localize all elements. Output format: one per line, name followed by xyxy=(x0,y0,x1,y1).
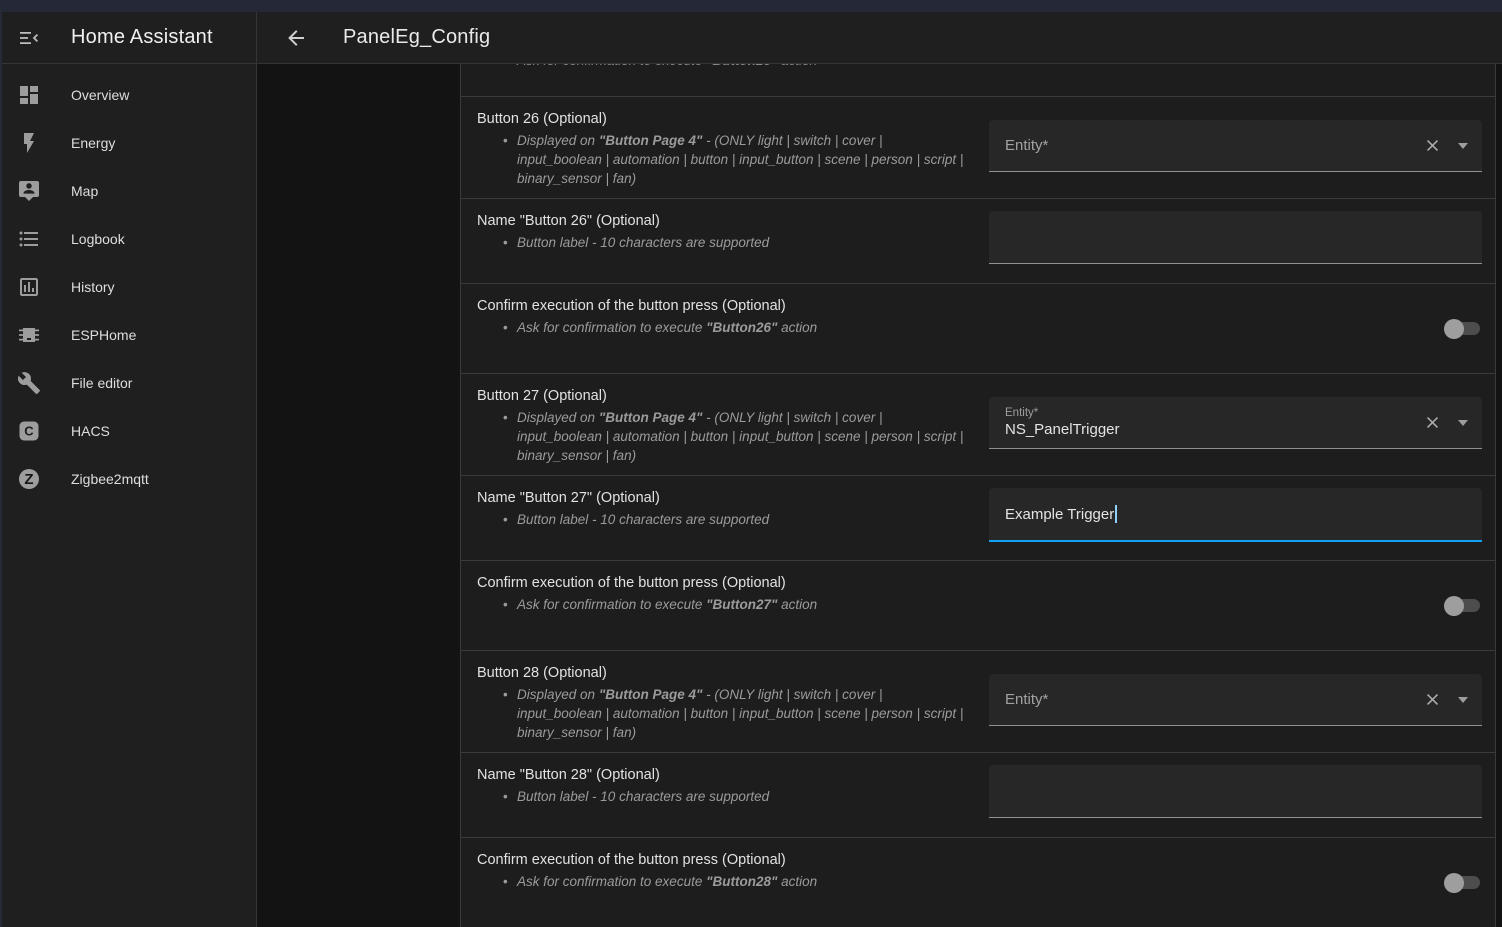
sidebar-header: Home Assistant xyxy=(0,12,256,64)
name-row-title: Name "Button 26" (Optional) xyxy=(477,211,969,231)
button-name-input[interactable]: Example Trigger xyxy=(989,488,1482,542)
dropdown-arrow-icon[interactable] xyxy=(1458,420,1468,426)
sidebar-item-hacs[interactable]: C HACS xyxy=(0,407,256,455)
entity-value: NS_PanelTrigger xyxy=(1005,421,1120,438)
sidebar-item-esphome[interactable]: ESPHome xyxy=(0,311,256,359)
button-name-row: Name "Button 28" (Optional) Button label… xyxy=(461,753,1495,838)
view-dashboard-icon xyxy=(17,83,41,107)
confirm-row: Confirm execution of the button press (O… xyxy=(461,284,1495,374)
back-arrow-icon[interactable] xyxy=(284,26,308,50)
sidebar-item-label: Overview xyxy=(71,87,129,103)
name-row-title: Name "Button 28" (Optional) xyxy=(477,765,969,785)
home-assistant-app: Home Assistant Overview Energy Map Logbo… xyxy=(0,12,1502,927)
button-entity-row: Button 26 (Optional) Displayed on "Butto… xyxy=(461,97,1495,199)
browser-top-strip xyxy=(0,0,1502,12)
zigbee-z-icon: Z xyxy=(17,467,41,491)
app-title: Home Assistant xyxy=(71,26,213,49)
confirm-row-title: Confirm execution of the button press (O… xyxy=(477,850,969,870)
confirm-row: Confirm execution of the button press (O… xyxy=(461,561,1495,651)
svg-text:C: C xyxy=(24,424,34,439)
confirm-row-description: Ask for confirmation to execute "Button2… xyxy=(501,595,969,614)
wrench-icon xyxy=(17,371,41,395)
sidebar-item-label: HACS xyxy=(71,423,110,439)
svg-text:Z: Z xyxy=(24,471,33,488)
button-row-title: Button 27 (Optional) xyxy=(477,386,969,406)
sidebar-item-label: History xyxy=(71,279,115,295)
entity-placeholder-label: Entity* xyxy=(1005,137,1048,154)
sidebar-item-label: Map xyxy=(71,183,98,199)
panel-header: PanelEg_Config xyxy=(257,12,1502,64)
confirm-toggle[interactable] xyxy=(1444,873,1480,893)
confirm-row-description: Ask for confirmation to execute "Button2… xyxy=(501,872,969,891)
button-entity-row: Button 27 (Optional) Displayed on "Butto… xyxy=(461,374,1495,476)
clear-entity-icon[interactable] xyxy=(1423,690,1442,709)
dropdown-arrow-icon[interactable] xyxy=(1458,143,1468,149)
text-cursor xyxy=(1115,505,1117,523)
button-row-description: Displayed on "Button Page 4" - (ONLY lig… xyxy=(501,408,969,465)
sidebar-item-zigbee2mqtt[interactable]: Z Zigbee2mqtt xyxy=(0,455,256,503)
panel-content: Ask for confirmation to execute "Button2… xyxy=(257,64,1502,927)
name-row-description: Button label - 10 characters are support… xyxy=(501,787,969,806)
button-row-title: Button 26 (Optional) xyxy=(477,109,969,129)
sidebar-item-label: ESPHome xyxy=(71,327,136,343)
button-name-input[interactable] xyxy=(989,211,1482,264)
entity-select[interactable]: Entity* Entity* NS_PanelTrigger xyxy=(989,397,1482,449)
sidebar-item-label: File editor xyxy=(71,375,132,391)
sidebar-item-overview[interactable]: Overview xyxy=(0,71,256,119)
clear-entity-icon[interactable] xyxy=(1423,136,1442,155)
entity-float-label: Entity* xyxy=(1005,407,1120,419)
sidebar-item-label: Energy xyxy=(71,135,115,151)
sidebar-item-file-editor[interactable]: File editor xyxy=(0,359,256,407)
entity-select[interactable]: Entity* Entity* xyxy=(989,674,1482,726)
sidebar-item-label: Zigbee2mqtt xyxy=(71,471,149,487)
button-name-row: Name "Button 27" (Optional) Button label… xyxy=(461,476,1495,561)
sidebar-item-energy[interactable]: Energy xyxy=(0,119,256,167)
window-edge xyxy=(0,0,2,927)
entity-select[interactable]: Entity* Entity* xyxy=(989,120,1482,172)
button-row-description: Displayed on "Button Page 4" - (ONLY lig… xyxy=(501,685,969,742)
confirm-toggle[interactable] xyxy=(1444,596,1480,616)
button-row-title: Button 28 (Optional) xyxy=(477,663,969,683)
button-entity-row: Button 28 (Optional) Displayed on "Butto… xyxy=(461,651,1495,753)
sidebar-item-logbook[interactable]: Logbook xyxy=(0,215,256,263)
button-name-value: Example Trigger xyxy=(1005,506,1114,523)
lightning-bolt-icon xyxy=(17,131,41,155)
name-row-description: Button label - 10 characters are support… xyxy=(501,233,969,252)
chip-icon xyxy=(17,323,41,347)
name-row-description: Button label - 10 characters are support… xyxy=(501,510,969,529)
entity-placeholder-label: Entity* xyxy=(1005,691,1048,708)
dropdown-arrow-icon[interactable] xyxy=(1458,697,1468,703)
button-name-row: Name "Button 26" (Optional) Button label… xyxy=(461,199,1495,284)
sidebar-item-map[interactable]: Map xyxy=(0,167,256,215)
button-name-input[interactable] xyxy=(989,765,1482,818)
sidebar-toggle-icon[interactable] xyxy=(17,26,41,50)
bulleted-list-icon xyxy=(17,227,41,251)
confirm-row-description: Ask for confirmation to execute "Button2… xyxy=(501,318,969,337)
confirm-row-title: Confirm execution of the button press (O… xyxy=(477,296,969,316)
clear-entity-icon[interactable] xyxy=(1423,413,1442,432)
hacs-c-icon: C xyxy=(17,419,41,443)
sidebar: Home Assistant Overview Energy Map Logbo… xyxy=(0,12,257,927)
config-form: Ask for confirmation to execute "Button2… xyxy=(460,64,1496,927)
sidebar-item-label: Logbook xyxy=(71,231,125,247)
main-panel: PanelEg_Config Ask for confirmation to e… xyxy=(257,12,1502,927)
name-row-title: Name "Button 27" (Optional) xyxy=(477,488,969,508)
confirm-row-title: Confirm execution of the button press (O… xyxy=(477,573,969,593)
confirm-row: Confirm execution of the button press (O… xyxy=(461,838,1495,927)
confirm-toggle[interactable] xyxy=(1444,319,1480,339)
page-title: PanelEg_Config xyxy=(343,26,490,49)
tooltip-account-icon xyxy=(17,179,41,203)
button-row-description: Displayed on "Button Page 4" - (ONLY lig… xyxy=(501,131,969,188)
bar-chart-box-icon xyxy=(17,275,41,299)
clipped-confirm-description: Ask for confirmation to execute "Button2… xyxy=(501,64,817,70)
clipped-confirm-row: Ask for confirmation to execute "Button2… xyxy=(461,64,1495,97)
sidebar-nav: Overview Energy Map Logbook History ESPH… xyxy=(0,64,256,503)
sidebar-item-history[interactable]: History xyxy=(0,263,256,311)
